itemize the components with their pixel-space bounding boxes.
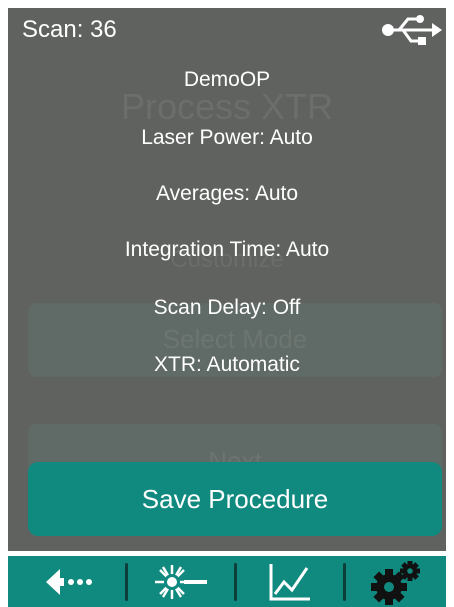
procedure-summary-overlay: Process XTR Customize Select Mode Next S… (8, 8, 446, 551)
bottom-navbar (8, 556, 446, 607)
nav-chart-button[interactable] (240, 556, 340, 607)
setting-averages: Averages: Auto (155, 182, 299, 205)
settings-gears-icon (371, 560, 420, 605)
app-screen: Process XTR Customize Select Mode Next S… (0, 0, 454, 607)
background-page-title: Process XTR (120, 86, 334, 127)
scan-count: Scan: 36 (22, 16, 117, 43)
nav-settings-button[interactable] (349, 556, 441, 607)
laser-icon (155, 564, 207, 599)
chart-icon (269, 563, 310, 600)
nav-separator (234, 563, 237, 601)
setting-laser-power: Laser Power: Auto (141, 126, 313, 149)
nav-back-button[interactable] (22, 556, 122, 607)
setting-scan-delay: Scan Delay: Off (153, 296, 301, 319)
usb-icon (382, 15, 442, 45)
nav-separator (125, 563, 128, 601)
procedure-name: DemoOP (183, 68, 271, 91)
save-procedure-button[interactable]: Save Procedure (28, 462, 442, 536)
setting-integration-time: Integration Time: Auto (124, 238, 330, 261)
setting-xtr: XTR: Automatic (154, 353, 300, 376)
nav-separator (343, 563, 346, 601)
back-arrow-icon (46, 568, 92, 595)
nav-laser-button[interactable] (131, 556, 231, 607)
